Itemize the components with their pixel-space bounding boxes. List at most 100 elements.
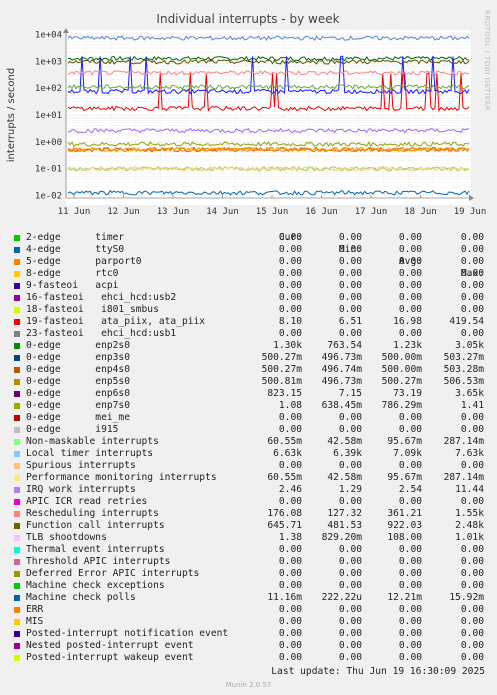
legend-label: Rescheduling interrupts xyxy=(26,508,159,519)
legend-label: Deferred Error APIC interrupts xyxy=(26,568,200,579)
legend-row: 0-edge i915 0.00 0.00 0.00 0.00 xyxy=(12,424,492,436)
legend-rows: 2-edge timer 0.00 0.00 0.00 0.00 4-edge ttyS0… xyxy=(12,232,492,664)
legend-row: 23-fasteoi ehci_hcd:usb1 0.00 0.00 0.00 0.00 xyxy=(12,328,492,340)
x-tick-label: 14 Jun xyxy=(206,207,239,217)
legend-min: 0.00 xyxy=(338,304,362,315)
legend-max: 1.01k xyxy=(455,532,484,543)
legend-label: TLB shootdowns xyxy=(26,532,107,543)
legend-min: 222.22u xyxy=(321,592,362,603)
y-tick-label: 1e+00 xyxy=(35,138,62,148)
y-tick-label: 1e+02 xyxy=(35,84,62,94)
y-tick-label: 1e-02 xyxy=(35,192,62,202)
legend-avg: 500.00m xyxy=(381,364,422,375)
legend-cur: 500.81m xyxy=(261,376,302,387)
legend-label: Threshold APIC interrupts xyxy=(26,556,171,567)
legend-max: 503.27m xyxy=(443,352,484,363)
legend-cur: 11.16m xyxy=(267,592,302,603)
legend-max: 287.14m xyxy=(443,472,484,483)
legend-label: Local timer interrupts xyxy=(26,448,154,459)
legend-min: 0.00 xyxy=(338,628,362,639)
legend-swatch xyxy=(14,643,20,649)
legend-min: 6.51 xyxy=(338,316,362,327)
legend-label: 18-fasteoi i801_smbus xyxy=(26,304,159,315)
legend-cur: 60.55m xyxy=(267,436,302,447)
legend-cur: 0.00 xyxy=(278,244,302,255)
legend-cur: 0.00 xyxy=(278,268,302,279)
legend-row: 8-edge rtc0 0.00 0.00 0.00 0.00 xyxy=(12,268,492,280)
legend-swatch xyxy=(14,535,20,541)
legend-swatch xyxy=(14,367,20,373)
legend-swatch xyxy=(14,463,20,469)
legend-cur: 0.00 xyxy=(278,232,302,243)
legend-row: 0-edge enp6s0 823.15 7.15 73.19 3.65k xyxy=(12,388,492,400)
legend-row: Nested posted-interrupt event 0.00 0.00 0.0… xyxy=(12,640,492,652)
legend-avg: 7.09k xyxy=(393,448,422,459)
legend-max: 0.00 xyxy=(460,460,484,471)
legend-swatch xyxy=(14,619,20,625)
legend-min: 0.00 xyxy=(338,256,362,267)
legend-avg: 500.00m xyxy=(381,352,422,363)
legend-label: 5-edge parport0 xyxy=(26,256,142,267)
legend-max: 15.92m xyxy=(449,592,484,603)
legend-row: 19-fasteoi ata_piix, ata_piix 8.10 6.51 16.… xyxy=(12,316,492,328)
legend-avg: 0.00 xyxy=(398,244,422,255)
legend-row: Posted-interrupt notification event 0.00 0… xyxy=(12,628,492,640)
legend-label: Thermal event interrupts xyxy=(26,544,165,555)
rrdtool-credit: RRDTOOL / TOBI OETIKER xyxy=(483,10,491,112)
legend-swatch xyxy=(14,343,20,349)
legend-min: 0.00 xyxy=(338,604,362,615)
legend-label: Function call interrupts xyxy=(26,520,165,531)
legend-avg: 0.00 xyxy=(398,580,422,591)
legend-max: 0.00 xyxy=(460,412,484,423)
y-tick-label: 1e+04 xyxy=(35,31,62,41)
legend-max: 0.00 xyxy=(460,496,484,507)
legend-label: Nested posted-interrupt event xyxy=(26,640,194,651)
legend-max: 503.28m xyxy=(443,364,484,375)
legend-min: 0.00 xyxy=(338,544,362,555)
legend-row: Performance monitoring interrupts 60.55m 4… xyxy=(12,472,492,484)
legend-avg: 0.00 xyxy=(398,628,422,639)
legend-min: 0.00 xyxy=(338,652,362,663)
legend-row: Rescheduling interrupts 176.08 127.32 361.2… xyxy=(12,508,492,520)
legend-label: Non-maskable interrupts xyxy=(26,436,159,447)
legend-cur: 0.00 xyxy=(278,424,302,435)
legend-min: 0.00 xyxy=(338,460,362,471)
legend-label: MIS xyxy=(26,616,44,627)
legend-swatch xyxy=(14,583,20,589)
legend-avg: 73.19 xyxy=(393,388,422,399)
legend-min: 0.00 xyxy=(338,568,362,579)
legend-cur: 0.00 xyxy=(278,580,302,591)
y-axis-label: interrupts / second xyxy=(6,68,17,162)
legend-cur: 2.46 xyxy=(278,484,302,495)
legend-min: 42.58m xyxy=(327,436,362,447)
legend-min: 0.00 xyxy=(338,580,362,591)
legend-max: 1.55k xyxy=(455,508,484,519)
legend-avg: 0.00 xyxy=(398,328,422,339)
legend-max: 3.05k xyxy=(455,340,484,351)
y-tick-label: 1e-01 xyxy=(35,165,62,175)
legend-swatch xyxy=(14,403,20,409)
legend-max: 11.44 xyxy=(455,484,484,495)
legend-max: 0.00 xyxy=(460,232,484,243)
legend-cur: 0.00 xyxy=(278,328,302,339)
legend-max: 2.48k xyxy=(455,520,484,531)
legend-swatch xyxy=(14,283,20,289)
legend-row: 0-edge enp4s0 500.27m 496.74m 500.00m 503.28… xyxy=(12,364,492,376)
legend-min: 0.00 xyxy=(338,616,362,627)
legend-cur: 500.27m xyxy=(261,364,302,375)
legend-max: 1.41 xyxy=(460,400,484,411)
legend-label: 0-edge enp4s0 xyxy=(26,364,130,375)
legend-min: 496.73m xyxy=(321,376,362,387)
legend-swatch xyxy=(14,559,20,565)
legend-swatch xyxy=(14,607,20,613)
legend-max: 0.00 xyxy=(460,424,484,435)
legend-swatch xyxy=(14,487,20,493)
legend-cur: 1.38 xyxy=(278,532,302,543)
legend-swatch xyxy=(14,319,20,325)
legend-label: 0-edge enp2s0 xyxy=(26,340,130,351)
legend-label: 19-fasteoi ata_piix, ata_piix xyxy=(26,316,206,327)
legend-cur: 0.00 xyxy=(278,304,302,315)
legend-min: 0.00 xyxy=(338,496,362,507)
legend-avg: 0.00 xyxy=(398,556,422,567)
legend-min: 1.29 xyxy=(338,484,362,495)
